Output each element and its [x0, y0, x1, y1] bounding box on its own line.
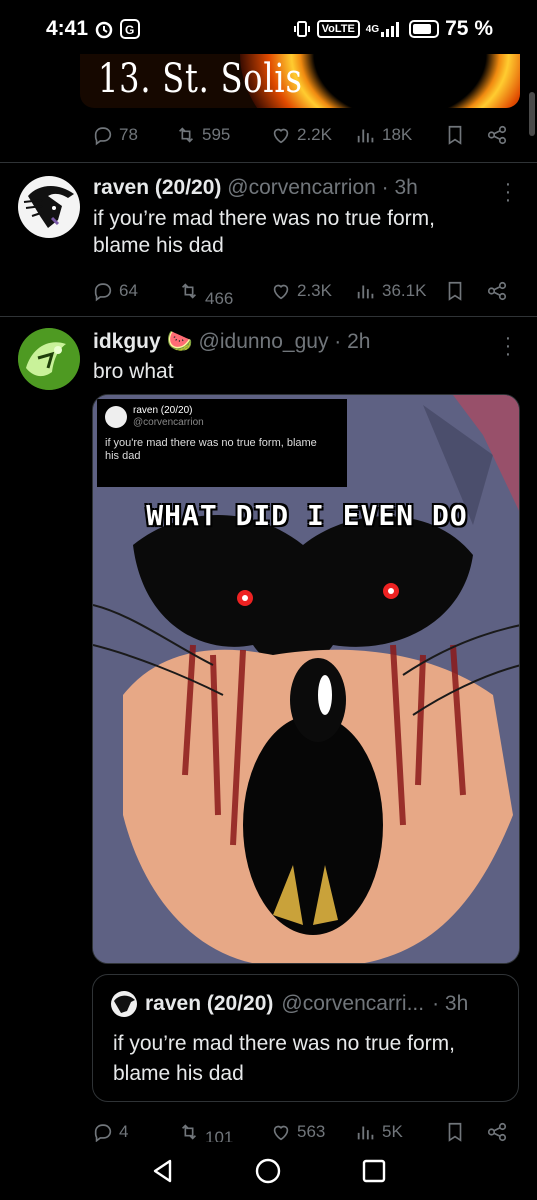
bookmark-icon	[448, 125, 462, 145]
embedded-text: if you're mad there was no true form, bl…	[105, 437, 317, 462]
like-icon	[273, 1125, 289, 1141]
recents-icon	[362, 1159, 386, 1183]
bookmark-icon	[448, 1122, 462, 1142]
home-button[interactable]	[248, 1151, 288, 1191]
retweet-icon	[181, 1124, 197, 1140]
tweet-time: · 3h	[381, 176, 418, 199]
home-icon	[256, 1158, 281, 1184]
views-button[interactable]: 5K	[355, 1121, 403, 1143]
views-icon	[357, 1126, 374, 1140]
tweet-image[interactable]: 13. St. Solis	[80, 54, 520, 108]
app-notification-icon: G	[120, 19, 141, 39]
views-button[interactable]: 36.1K	[355, 280, 426, 302]
share-button[interactable]	[486, 1121, 508, 1143]
alarm-icon	[94, 19, 114, 39]
bookmark-button[interactable]	[444, 124, 466, 146]
quote-author: raven (20/20) @corvencarri... · 3h	[111, 991, 468, 1017]
share-icon	[487, 281, 507, 301]
image-caption: WHAT DID I EVEN DO	[146, 499, 468, 532]
author-handle[interactable]: @idunno_guy	[199, 330, 329, 353]
divider	[0, 316, 537, 317]
vibrate-icon	[293, 20, 311, 38]
author-handle[interactable]: @corvencarrion	[227, 176, 376, 199]
watermelon-emoji: 🍉	[166, 330, 193, 353]
share-button[interactable]	[486, 124, 508, 146]
bookmark-icon	[448, 281, 462, 301]
views-button[interactable]: 18K	[355, 124, 412, 146]
divider	[0, 162, 537, 163]
like-icon	[273, 284, 289, 300]
volte-indicator: VoLTE	[316, 20, 360, 38]
quote-text: if you’re mad there was no true form, bl…	[113, 1032, 455, 1085]
share-icon	[487, 1122, 507, 1142]
retweet-button[interactable]: 101	[178, 1121, 233, 1147]
share-button[interactable]	[486, 280, 508, 302]
more-icon[interactable]: · · ·	[503, 328, 513, 364]
system-nav-bar	[0, 1142, 537, 1200]
back-button[interactable]	[143, 1151, 183, 1191]
embedded-tweet-screenshot: raven (20/20) @corvencarrion if you're m…	[97, 399, 347, 487]
reply-button[interactable]: 78	[92, 124, 138, 146]
tweet-author[interactable]: idkguy 🍉 @idunno_guy · 2h	[93, 330, 370, 354]
views-icon	[357, 129, 374, 143]
avatar[interactable]	[18, 176, 80, 238]
tweet-image[interactable]: raven (20/20) @corvencarrion if you're m…	[92, 394, 520, 964]
image-text: 13. St. Solis	[98, 56, 303, 102]
reply-icon	[94, 1124, 112, 1143]
bookmark-button[interactable]	[444, 280, 466, 302]
battery-icon	[409, 20, 440, 38]
scrollbar[interactable]	[529, 92, 535, 136]
tweet-actions: 78 595 2.2K 18K	[0, 122, 537, 148]
avatar	[111, 991, 137, 1017]
battery-percent: 75 %	[445, 17, 493, 40]
author-name[interactable]: idkguy	[93, 330, 161, 353]
status-bar: 4:41 G VoLTE 4G 75 %	[0, 0, 537, 58]
retweet-button[interactable]: 595	[175, 124, 230, 146]
like-button[interactable]: 563	[270, 1121, 325, 1143]
retweet-icon	[181, 283, 197, 299]
like-button[interactable]: 2.2K	[270, 124, 332, 146]
share-icon	[487, 125, 507, 145]
reply-icon	[94, 127, 112, 146]
tweet-text: if you’re mad there was no true form, bl…	[93, 207, 435, 257]
svg-text:G: G	[125, 23, 134, 37]
retweet-icon	[178, 127, 194, 143]
tweet-time: · 2h	[334, 330, 371, 353]
author-name[interactable]: raven (20/20)	[93, 176, 221, 199]
tweet-author[interactable]: raven (20/20) @corvencarrion · 3h	[93, 176, 418, 200]
bookmark-button[interactable]	[444, 1121, 466, 1143]
recents-button[interactable]	[354, 1151, 394, 1191]
like-icon	[273, 128, 289, 144]
reply-button[interactable]: 64	[92, 280, 138, 302]
reply-icon	[94, 283, 112, 302]
avatar	[105, 406, 127, 428]
quoted-tweet[interactable]: raven (20/20) @corvencarri... · 3h if yo…	[92, 974, 519, 1102]
reply-button[interactable]: 4	[92, 1121, 128, 1143]
tweet-actions: 64 466 2.3K 36.1K	[0, 276, 537, 308]
more-icon[interactable]: · · ·	[503, 174, 513, 210]
views-icon	[357, 285, 374, 299]
signal-icon: 4G	[366, 21, 403, 37]
retweet-button[interactable]: 466	[178, 280, 233, 308]
status-time: 4:41	[46, 17, 89, 40]
back-icon	[153, 1159, 172, 1183]
like-button[interactable]: 2.3K	[270, 280, 332, 302]
tweet-text: bro what	[93, 360, 174, 383]
avatar[interactable]	[18, 328, 80, 390]
